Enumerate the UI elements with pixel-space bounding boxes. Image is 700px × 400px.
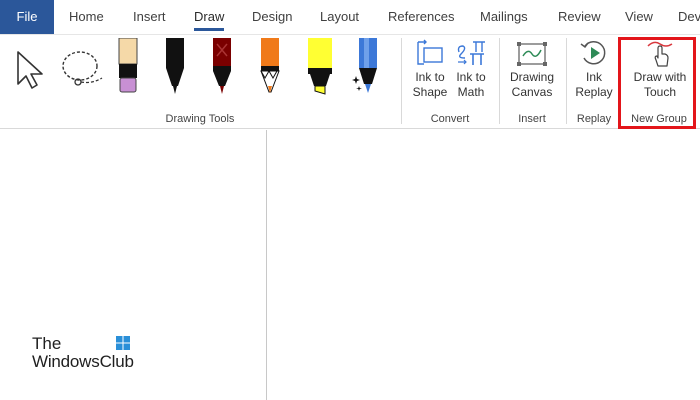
group-label-drawing-tools: Drawing Tools	[165, 113, 235, 125]
ink-replay-label-line1: Ink	[585, 70, 602, 84]
windows-logo-icon	[116, 336, 130, 350]
action-pen-icon	[352, 38, 377, 93]
tab-mailings[interactable]: Mailings	[480, 0, 528, 34]
ink-to-shape-icon	[417, 39, 443, 65]
drawing-canvas-icon	[517, 42, 547, 66]
group-label-replay: Replay	[576, 113, 612, 125]
ink-replay-label-line2: Replay	[575, 85, 613, 99]
select-tool-button[interactable]	[14, 48, 48, 97]
tab-draw[interactable]: Draw	[194, 0, 225, 34]
pencil-icon	[260, 38, 280, 93]
ink-to-math-icon	[457, 41, 485, 65]
ink-to-shape-button[interactable]: Ink to Shape	[408, 38, 452, 100]
pen-icon	[213, 38, 231, 94]
tab-review[interactable]: Review	[558, 0, 601, 34]
highlighter-yellow-button[interactable]	[306, 38, 334, 101]
ink-to-math-label-line2: Math	[457, 85, 485, 99]
lasso-select-button[interactable]	[58, 48, 106, 99]
group-separator	[499, 38, 500, 124]
tab-view[interactable]: View	[625, 0, 653, 34]
ink-replay-icon	[580, 41, 606, 65]
ribbon: Drawing Tools Ink to Shape Ink to Math C…	[0, 34, 700, 129]
ink-replay-button[interactable]: Ink Replay	[572, 38, 616, 100]
tab-insert[interactable]: Insert	[133, 0, 166, 34]
ink-to-math-label-line1: Ink to	[456, 70, 486, 84]
highlight-box	[618, 37, 696, 129]
tab-layout[interactable]: Layout	[320, 0, 359, 34]
cursor-arrow-icon	[17, 51, 43, 89]
tab-references[interactable]: References	[388, 0, 454, 34]
ink-to-shape-label-line2: Shape	[412, 85, 448, 99]
drawing-canvas-label-line2: Canvas	[511, 85, 553, 99]
lasso-icon	[62, 51, 103, 86]
drawing-canvas-label-line1: Drawing	[509, 70, 554, 84]
ink-to-shape-label-line1: Ink to	[415, 70, 445, 84]
page-margin-guide	[266, 130, 267, 400]
tab-design[interactable]: Design	[252, 0, 292, 34]
pen-black-button[interactable]	[163, 38, 187, 101]
pen-light-button[interactable]	[116, 37, 140, 101]
group-separator	[401, 38, 402, 124]
tab-home[interactable]: Home	[69, 0, 104, 34]
group-label-convert: Convert	[430, 113, 470, 125]
action-pen-button[interactable]	[352, 38, 382, 101]
ink-to-math-button[interactable]: Ink to Math	[451, 38, 491, 100]
ribbon-tab-bar: File Home Insert Draw Design Layout Refe…	[0, 0, 700, 34]
group-label-insert: Insert	[518, 113, 546, 125]
highlighter-icon	[308, 38, 332, 95]
pen-icon	[166, 38, 184, 94]
watermark-line1: The	[32, 334, 62, 353]
group-separator	[566, 38, 567, 124]
pen-icon	[118, 37, 138, 93]
tab-developer[interactable]: Dev	[678, 0, 700, 34]
pencil-orange-button[interactable]	[258, 38, 282, 101]
pen-darkred-button[interactable]	[210, 38, 234, 101]
watermark-logo: The WindowsClub	[32, 334, 142, 374]
tab-file[interactable]: File	[0, 0, 54, 34]
watermark-line2: WindowsClub	[32, 352, 134, 371]
drawing-canvas-button[interactable]: Drawing Canvas	[504, 38, 560, 100]
